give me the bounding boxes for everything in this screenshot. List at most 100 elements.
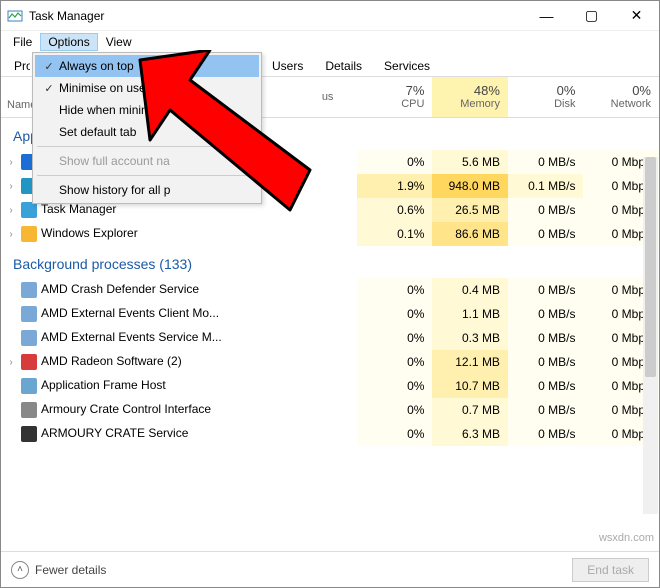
watermark: wsxdn.com bbox=[599, 532, 654, 544]
cell-mem: 10.7 MB bbox=[432, 374, 508, 398]
expand-icon[interactable]: › bbox=[5, 357, 17, 368]
process-row[interactable]: AMD External Events Service M... 0%0.3 MB… bbox=[1, 326, 659, 350]
collapse-icon: ˄ bbox=[11, 561, 29, 579]
menu-file[interactable]: File bbox=[5, 33, 40, 51]
process-icon bbox=[21, 330, 37, 346]
tab-services[interactable]: Services bbox=[373, 55, 441, 76]
cell-disk: 0 MB/s bbox=[508, 302, 584, 326]
cell-mem: 948.0 MB bbox=[432, 174, 508, 198]
cell-disk: 0 MB/s bbox=[508, 422, 584, 446]
titlebar: Task Manager — ▢ ✕ bbox=[1, 1, 659, 31]
tab-processes[interactable]: Proc bbox=[3, 55, 31, 76]
cell-mem: 5.6 MB bbox=[432, 150, 508, 174]
col-status[interactable]: us bbox=[314, 77, 357, 117]
cell-disk: 0 MB/s bbox=[508, 222, 584, 246]
cell-mem: 6.3 MB bbox=[432, 422, 508, 446]
cell-disk: 0 MB/s bbox=[508, 398, 584, 422]
scrollbar-thumb[interactable] bbox=[645, 157, 656, 377]
process-row[interactable]: ARMOURY CRATE Service0%6.3 MB0 MB/s0 Mbp… bbox=[1, 422, 659, 446]
check-icon: ✓ bbox=[39, 60, 59, 73]
process-row[interactable]: ›Windows Explorer0.1%86.6 MB0 MB/s0 Mbps bbox=[1, 222, 659, 246]
dd-minimise-on-use[interactable]: ✓ Minimise on use bbox=[35, 77, 259, 99]
group-background: Background processes (133) bbox=[1, 246, 659, 278]
cell-cpu: 0% bbox=[357, 326, 433, 350]
expand-icon[interactable]: › bbox=[5, 181, 17, 192]
process-icon bbox=[21, 306, 37, 322]
process-icon bbox=[21, 282, 37, 298]
cell-disk: 0 MB/s bbox=[508, 198, 584, 222]
dd-show-history[interactable]: Show history for all p bbox=[35, 179, 259, 201]
tab-users[interactable]: Users bbox=[261, 55, 314, 76]
cell-mem: 26.5 MB bbox=[432, 198, 508, 222]
expand-icon[interactable]: › bbox=[5, 157, 17, 168]
process-name: AMD External Events Client Mo... bbox=[41, 306, 219, 320]
separator bbox=[37, 175, 257, 176]
cell-cpu: 0.6% bbox=[357, 198, 433, 222]
separator bbox=[37, 146, 257, 147]
process-name: ARMOURY CRATE Service bbox=[41, 426, 188, 440]
cell-mem: 12.1 MB bbox=[432, 350, 508, 374]
process-name: AMD Radeon Software (2) bbox=[41, 354, 182, 368]
process-name: Windows Explorer bbox=[41, 226, 138, 240]
cell-disk: 0.1 MB/s bbox=[508, 174, 584, 198]
menu-view[interactable]: View bbox=[98, 33, 140, 51]
scrollbar[interactable] bbox=[643, 157, 658, 514]
cell-cpu: 0% bbox=[357, 278, 433, 302]
cell-cpu: 0% bbox=[357, 150, 433, 174]
dd-hide-when-minimised[interactable]: Hide when minimi bbox=[35, 99, 259, 121]
maximize-button[interactable]: ▢ bbox=[569, 1, 614, 31]
col-disk[interactable]: 0%Disk bbox=[508, 77, 584, 117]
process-row[interactable]: ›AMD Radeon Software (2)0%12.1 MB0 MB/s0… bbox=[1, 350, 659, 374]
process-row[interactable]: AMD External Events Client Mo... 0%1.1 MB… bbox=[1, 302, 659, 326]
process-icon bbox=[21, 426, 37, 442]
end-task-button[interactable]: End task bbox=[572, 558, 649, 582]
fewer-details-button[interactable]: ˄ Fewer details bbox=[11, 561, 106, 579]
dd-always-on-top[interactable]: ✓ Always on top bbox=[35, 55, 259, 77]
close-button[interactable]: ✕ bbox=[614, 1, 659, 31]
cell-cpu: 0% bbox=[357, 398, 433, 422]
cell-cpu: 0% bbox=[357, 374, 433, 398]
process-name: Application Frame Host bbox=[41, 378, 166, 392]
cell-disk: 0 MB/s bbox=[508, 350, 584, 374]
check-icon: ✓ bbox=[39, 82, 59, 95]
process-row[interactable]: Armoury Crate Control Interface 0%0.7 MB0… bbox=[1, 398, 659, 422]
cell-mem: 86.6 MB bbox=[432, 222, 508, 246]
cell-cpu: 0% bbox=[357, 350, 433, 374]
cell-mem: 0.3 MB bbox=[432, 326, 508, 350]
app-icon bbox=[7, 8, 23, 24]
cell-disk: 0 MB/s bbox=[508, 374, 584, 398]
process-name: AMD Crash Defender Service bbox=[41, 282, 199, 296]
process-row[interactable]: Application Frame Host0%10.7 MB0 MB/s0 M… bbox=[1, 374, 659, 398]
footer: ˄ Fewer details End task bbox=[1, 551, 659, 587]
cell-cpu: 0% bbox=[357, 302, 433, 326]
window-title: Task Manager bbox=[29, 9, 524, 23]
menu-options[interactable]: Options bbox=[40, 33, 97, 51]
process-icon bbox=[21, 402, 37, 418]
col-cpu[interactable]: 7%CPU bbox=[357, 77, 433, 117]
cell-disk: 0 MB/s bbox=[508, 278, 584, 302]
process-icon bbox=[21, 378, 37, 394]
cell-mem: 0.7 MB bbox=[432, 398, 508, 422]
process-icon bbox=[21, 226, 37, 242]
expand-icon[interactable]: › bbox=[5, 205, 17, 216]
tab-details[interactable]: Details bbox=[314, 55, 373, 76]
col-memory[interactable]: 48%Memory bbox=[432, 77, 508, 117]
cell-disk: 0 MB/s bbox=[508, 150, 584, 174]
process-name: AMD External Events Service M... bbox=[41, 330, 222, 344]
menubar: File Options View bbox=[1, 31, 659, 53]
dd-set-default-tab[interactable]: Set default tab ▶ bbox=[35, 121, 259, 143]
process-icon bbox=[21, 354, 37, 370]
cell-cpu: 0% bbox=[357, 422, 433, 446]
cell-mem: 0.4 MB bbox=[432, 278, 508, 302]
chevron-right-icon: ▶ bbox=[245, 127, 253, 138]
cell-cpu: 1.9% bbox=[357, 174, 433, 198]
expand-icon[interactable]: › bbox=[5, 229, 17, 240]
dd-show-full-account: Show full account na bbox=[35, 150, 259, 172]
minimize-button[interactable]: — bbox=[524, 1, 569, 31]
process-row[interactable]: AMD Crash Defender Service 0%0.4 MB0 MB/s… bbox=[1, 278, 659, 302]
process-name: Armoury Crate Control Interface bbox=[41, 402, 211, 416]
col-network[interactable]: 0%Network bbox=[583, 77, 659, 117]
cell-mem: 1.1 MB bbox=[432, 302, 508, 326]
cell-cpu: 0.1% bbox=[357, 222, 433, 246]
cell-disk: 0 MB/s bbox=[508, 326, 584, 350]
